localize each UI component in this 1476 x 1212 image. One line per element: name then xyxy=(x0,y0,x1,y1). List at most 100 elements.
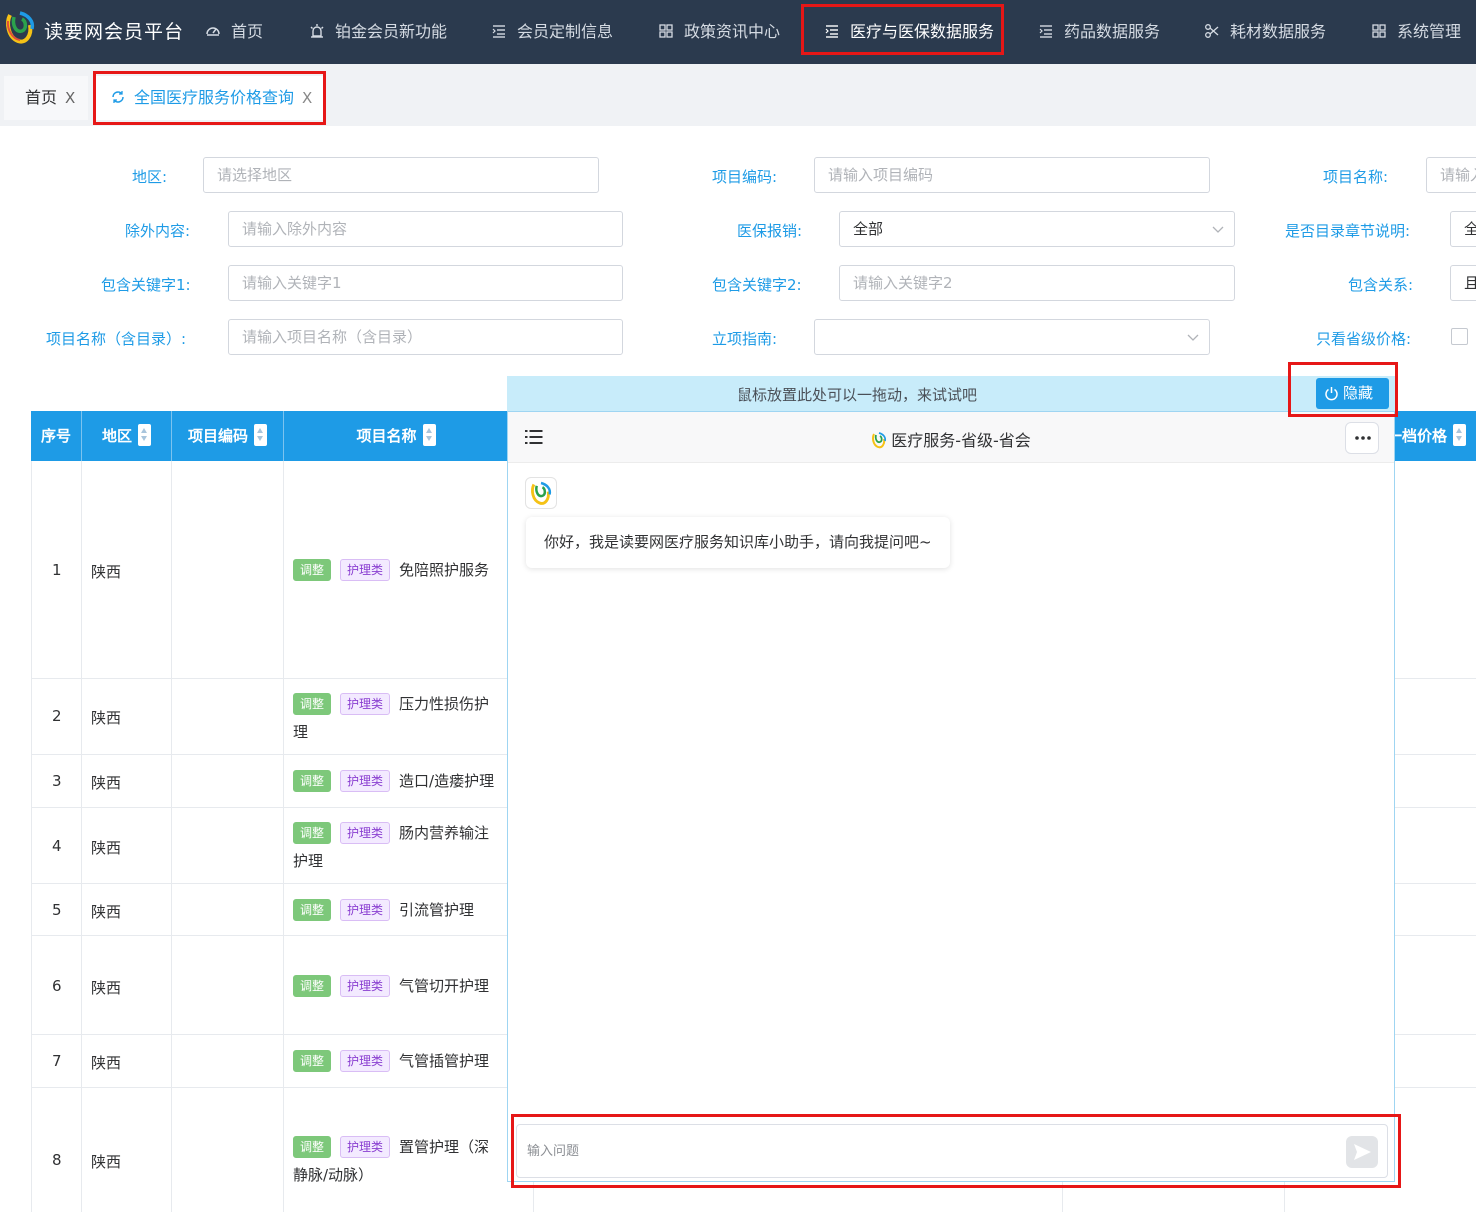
chat-title-text: 医疗服务-省级-省会 xyxy=(891,431,1031,450)
row-index: 7 xyxy=(52,1052,62,1070)
highlight-nav-medical xyxy=(801,4,1004,55)
chapter-label: 是否目录章节说明: xyxy=(1285,222,1411,240)
row-name: 调整 护理类 免陪照护服务 xyxy=(293,559,489,581)
name-input[interactable]: 请输入 xyxy=(1426,157,1476,193)
col-index-label: 序号 xyxy=(40,427,71,445)
adjust-tag: 调整 xyxy=(293,693,332,715)
category-tag: 护理类 xyxy=(340,770,391,792)
adjust-tag: 调整 xyxy=(293,559,332,581)
col-name-label: 项目名称 xyxy=(356,427,417,445)
row-index: 8 xyxy=(52,1151,62,1169)
app-title: 读要网会员平台 xyxy=(44,21,185,43)
alarm-icon xyxy=(310,24,324,38)
nav-drug-data[interactable]: 药品数据服务 xyxy=(1038,18,1161,41)
keyword2-input[interactable]: 请输入关键字2 xyxy=(839,265,1235,301)
chat-drag-handle[interactable]: 鼠标放置此处可以一拖动，来试试吧 xyxy=(507,376,1397,411)
tab-home[interactable]: 首页 X xyxy=(4,76,88,120)
chat-title: 医疗服务-省级-省会 xyxy=(508,427,1394,451)
adjust-tag: 调整 xyxy=(293,1136,332,1158)
nav-member-custom[interactable]: 会员定制信息 xyxy=(491,18,613,41)
nav-home[interactable]: 首页 xyxy=(205,18,263,41)
row-name-text: 气管切开护理 xyxy=(399,977,490,995)
drag-hint-text: 鼠标放置此处可以一拖动，来试试吧 xyxy=(736,386,977,404)
highlight-hide-button xyxy=(1288,362,1398,417)
scissors-icon xyxy=(1205,24,1219,38)
category-tag: 护理类 xyxy=(340,822,391,844)
category-tag: 护理类 xyxy=(340,899,391,921)
row-region: 陕西 xyxy=(91,774,122,792)
category-tag: 护理类 xyxy=(340,975,391,997)
grid-icon xyxy=(1372,24,1386,38)
region-select[interactable]: 请选择地区 xyxy=(203,157,599,193)
row-name-text: 造口/造瘘护理 xyxy=(399,772,495,790)
chat-header: 医疗服务-省级-省会 xyxy=(508,412,1394,463)
col-region-label: 地区 xyxy=(101,427,132,445)
col-region-header[interactable]: 地区 xyxy=(82,411,171,461)
row-index: 2 xyxy=(52,707,62,725)
row-index: 1 xyxy=(52,561,62,579)
row-name: 调整 护理类 置管护理（深 xyxy=(293,1136,489,1158)
adjust-tag: 调整 xyxy=(293,899,332,921)
row-region: 陕西 xyxy=(91,1054,122,1072)
more-options-button[interactable] xyxy=(1345,422,1379,454)
category-tag: 护理类 xyxy=(340,559,391,581)
province-only-checkbox[interactable] xyxy=(1451,328,1468,345)
row-index: 6 xyxy=(52,977,62,995)
highlight-chat-input xyxy=(511,1114,1401,1188)
sort-icon[interactable] xyxy=(138,424,151,446)
row-name-text: 引流管护理 xyxy=(399,901,475,919)
nav-consumables-data[interactable]: 耗材数据服务 xyxy=(1204,18,1327,41)
province-only-label: 只看省级价格: xyxy=(1316,330,1412,348)
nav-platinum-features[interactable]: 铂金会员新功能 xyxy=(309,18,447,41)
app-logo-icon xyxy=(6,11,35,44)
row-name-text: 肠内营养输注 xyxy=(399,824,490,842)
keyword1-label: 包含关键字1: xyxy=(101,276,191,294)
row-index: 4 xyxy=(52,837,62,855)
list-indent-icon xyxy=(492,25,505,38)
row-name: 调整 护理类 造口/造瘘护理 xyxy=(293,770,494,792)
exclude-input[interactable]: 请输入除外内容 xyxy=(228,211,623,247)
row-name: 调整 护理类 气管切开护理 xyxy=(293,975,489,997)
row-name: 调整 护理类 压力性损伤护 xyxy=(293,693,489,715)
dashboard-icon xyxy=(206,27,220,36)
relation-label: 包含关系: xyxy=(1348,276,1414,294)
relation-select[interactable]: 且 xyxy=(1450,265,1476,301)
nav-consumables-label: 耗材数据服务 xyxy=(1230,22,1327,41)
top-navbar: 读要网会员平台 首页 铂金会员新功能 会员定制信息 政策资讯中心 医疗与医保数据… xyxy=(0,0,1476,64)
sort-icon[interactable] xyxy=(1453,424,1467,446)
keyword1-input[interactable]: 请输入关键字1 xyxy=(228,265,623,301)
col-name-header[interactable]: 项目名称 xyxy=(284,411,508,461)
row-name-line2: 静脉/动脉） xyxy=(293,1166,374,1184)
guide-select[interactable] xyxy=(814,319,1210,355)
col-code-header[interactable]: 项目编码 xyxy=(172,411,283,461)
row-index: 3 xyxy=(52,772,62,790)
col-price1-header[interactable]: 一档价格 xyxy=(1387,411,1476,461)
bot-avatar xyxy=(525,477,557,509)
category-tag: 护理类 xyxy=(340,1136,391,1158)
category-tag: 护理类 xyxy=(340,1050,391,1072)
nav-policy-center[interactable]: 政策资讯中心 xyxy=(658,18,781,41)
tab-home-close-icon[interactable]: X xyxy=(65,89,75,107)
bot-greeting-message: 你好，我是读要网医疗服务知识库小助手，请向我提问吧~ xyxy=(526,517,950,568)
app-logo-icon xyxy=(872,432,887,449)
nav-system-admin[interactable]: 系统管理 xyxy=(1371,18,1461,41)
sort-icon[interactable] xyxy=(422,424,436,446)
keyword2-label: 包含关键字2: xyxy=(712,276,802,294)
code-input[interactable]: 请输入项目编码 xyxy=(814,157,1210,193)
exclude-label: 除外内容: xyxy=(125,222,191,240)
nav-drug-label: 药品数据服务 xyxy=(1064,22,1161,41)
highlight-tab-price-query xyxy=(93,71,326,125)
sort-icon[interactable] xyxy=(254,424,267,446)
row-name-line2: 护理 xyxy=(293,852,324,870)
row-region: 陕西 xyxy=(91,979,122,997)
name-dir-input[interactable]: 请输入项目名称（含目录） xyxy=(228,319,623,355)
reimburse-select[interactable]: 全部 xyxy=(839,211,1235,247)
row-region: 陕西 xyxy=(91,903,122,921)
more-dots-icon xyxy=(1355,436,1371,440)
adjust-tag: 调整 xyxy=(293,770,332,792)
chapter-select[interactable]: 全 xyxy=(1450,211,1476,247)
row-name: 调整 护理类 气管插管护理 xyxy=(293,1050,489,1072)
row-name-text: 置管护理（深 xyxy=(399,1138,490,1156)
region-label: 地区: xyxy=(132,168,168,186)
nav-policy-label: 政策资讯中心 xyxy=(684,22,781,41)
